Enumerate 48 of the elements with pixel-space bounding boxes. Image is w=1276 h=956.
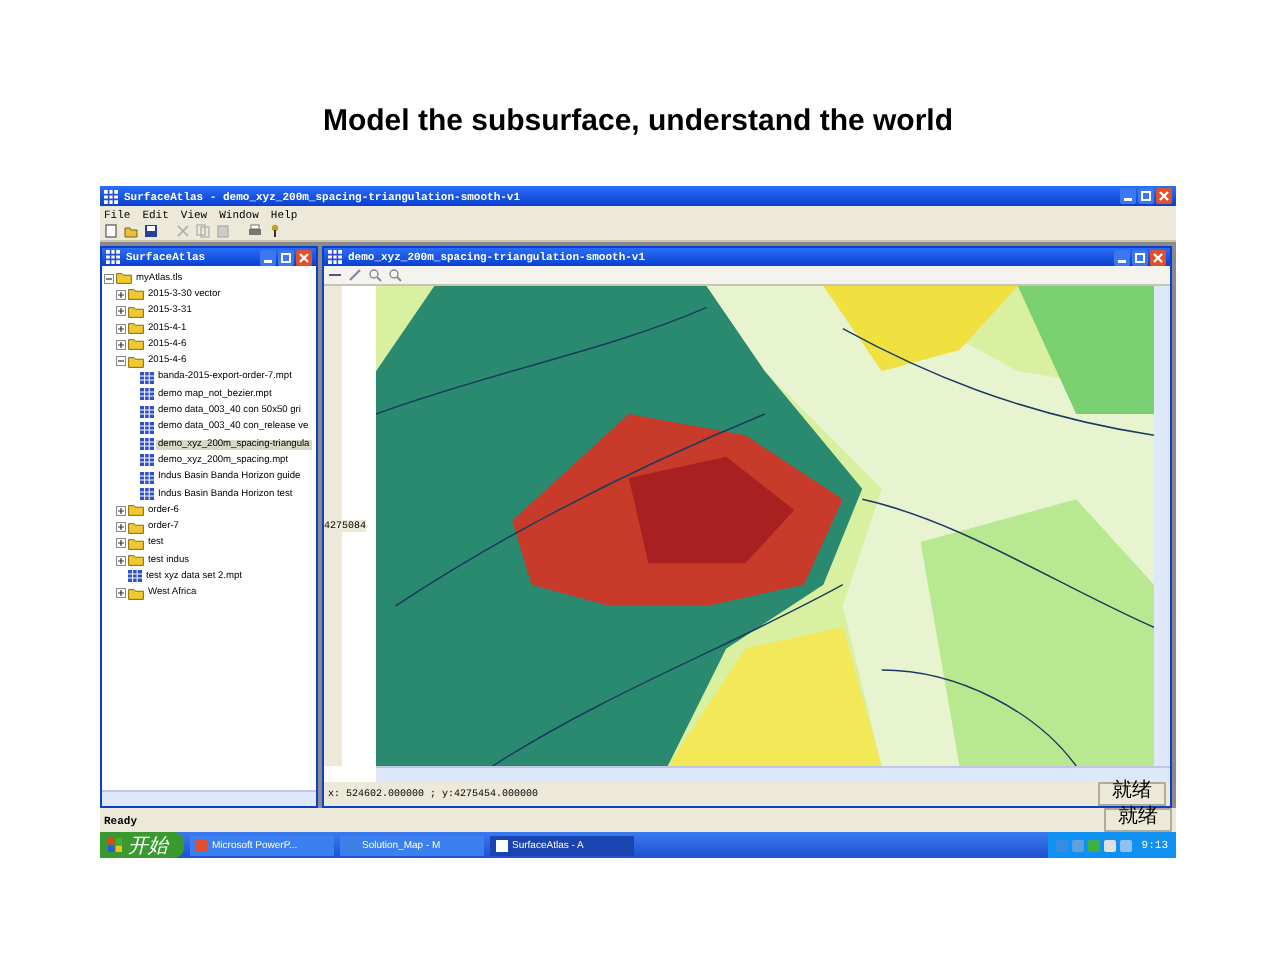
grid-file-icon[interactable] [140,388,154,401]
grid-file-icon[interactable] [140,438,154,451]
zoom-out-icon[interactable] [388,268,402,282]
expand-toggle[interactable] [116,588,126,599]
pencil-icon[interactable] [348,268,362,282]
grid-file-icon[interactable] [140,471,154,484]
minimize-button[interactable] [1120,188,1136,204]
printer-icon[interactable] [248,224,262,238]
close-button[interactable] [296,249,312,265]
expand-toggle[interactable] [116,538,126,549]
maximize-button[interactable] [1132,249,1148,265]
zoom-in-icon[interactable] [368,268,382,282]
expand-toggle[interactable] [116,323,126,334]
panel-grid-icon[interactable] [106,250,120,264]
clipboard-icon[interactable] [216,224,230,238]
grid-file-icon[interactable] [140,454,154,467]
help-pointer-icon[interactable] [268,224,282,238]
status-panel: 就绪 [1098,782,1166,806]
collapse-toggle[interactable] [116,356,126,367]
maximize-button[interactable] [1138,188,1154,204]
line-tool-icon[interactable] [328,268,342,282]
maximize-button[interactable] [278,249,294,265]
grid-file-icon[interactable] [128,570,142,583]
grid-file-icon[interactable] [140,421,154,434]
app-icon[interactable] [496,839,508,851]
grid-file-icon[interactable] [140,371,154,384]
save-icon[interactable] [144,224,158,238]
folder-icon[interactable] [124,224,138,238]
grid-file-icon[interactable] [140,488,154,500]
expand-toggle[interactable] [116,522,126,533]
grid-file-icon[interactable] [140,405,154,418]
minimize-button[interactable] [1114,249,1130,265]
expand-toggle[interactable] [116,289,126,300]
expand-toggle[interactable] [116,505,126,516]
folder-icon[interactable] [128,587,144,600]
windows-logo-icon[interactable] [108,838,122,852]
start-button[interactable]: 开始 [100,832,184,858]
expand-toggle[interactable] [116,555,126,566]
slide-heading: Model the subsurface, understand the world [320,102,956,142]
collapse-toggle[interactable] [104,273,114,284]
expand-toggle[interactable] [116,339,126,350]
close-button[interactable] [1156,188,1172,204]
app-grid-icon[interactable] [104,189,118,203]
close-button[interactable] [1150,249,1166,265]
expand-toggle[interactable] [116,306,126,317]
minimize-button[interactable] [260,249,276,265]
new-file-icon[interactable] [104,224,118,238]
document-grid-icon[interactable] [328,250,342,264]
